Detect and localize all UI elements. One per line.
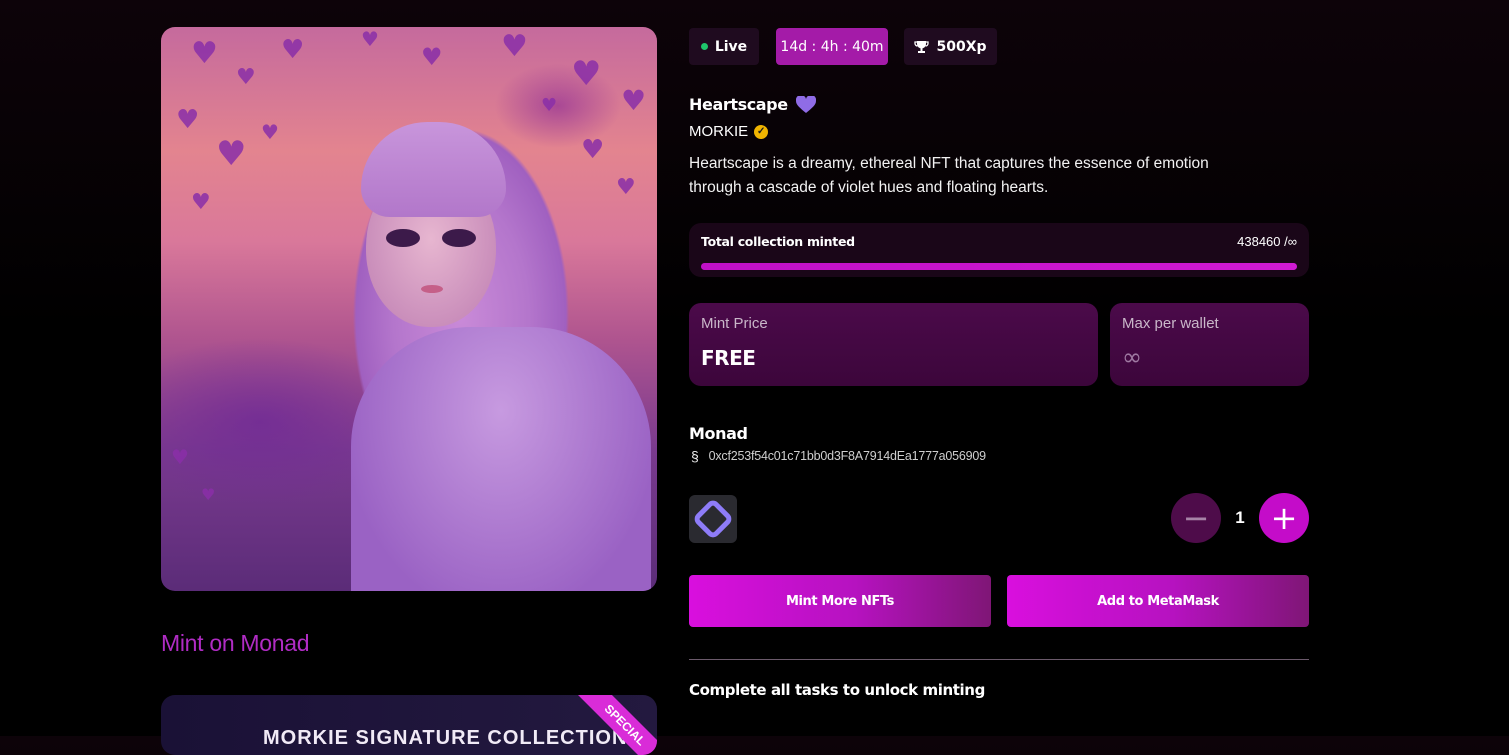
infinity-icon: ∞: [1122, 343, 1142, 371]
mint-price-label: Mint Price: [701, 315, 768, 332]
live-dot-icon: [700, 43, 708, 50]
xp-badge: 500Xp: [904, 28, 997, 65]
creator-row[interactable]: MORKIE ✓: [689, 123, 769, 140]
progress-count: 438460 /∞: [1237, 234, 1297, 249]
chain-name: Monad: [689, 424, 748, 443]
progress-label: Total collection minted: [701, 234, 855, 249]
tasks-heading: Complete all tasks to unlock minting: [689, 681, 985, 699]
divider: [689, 659, 1309, 660]
max-per-wallet-label: Max per wallet: [1122, 315, 1219, 332]
progress-fill: [701, 263, 1297, 270]
status-text: Live: [714, 38, 748, 55]
contract-address[interactable]: 0xcf253f54c01c71bb0d3F8A7914dEa1777a0569…: [709, 449, 986, 463]
collection-title: MORKIE SIGNATURE COLLECTION: [263, 727, 628, 749]
mint-more-button[interactable]: Mint More NFTs: [689, 575, 991, 627]
trophy-icon: [914, 40, 930, 53]
quantity-value: 1: [1235, 508, 1245, 527]
increase-quantity-button[interactable]: +: [1259, 493, 1309, 543]
creator-name[interactable]: MORKIE: [689, 123, 748, 140]
nft-title-text: Heartscape: [689, 95, 788, 114]
nft-artwork: ♥ ♥ ♥ ♥ ♥ ♥ ♥ ♥ ♥ ♥ ♥ ♥ ♥ ♥ ♥ ♥ ♥: [161, 27, 657, 591]
mint-price-value: FREE: [701, 346, 756, 370]
monad-glyph-icon: §: [691, 448, 699, 464]
countdown-badge: 14d : 4h : 40m: [776, 28, 888, 65]
plus-icon: +: [1270, 499, 1298, 537]
artwork-figure: [351, 327, 651, 591]
purple-heart-icon: [795, 95, 816, 113]
mint-price-card: Mint Price FREE: [689, 303, 1098, 386]
nft-title: Heartscape: [689, 95, 816, 114]
status-badge: Live: [689, 28, 759, 65]
max-per-wallet-card: Max per wallet ∞: [1110, 303, 1309, 386]
mint-progress: Total collection minted 438460 /∞: [689, 223, 1309, 277]
nft-description: Heartscape is a dreamy, ethereal NFT tha…: [689, 155, 1209, 196]
progress-track: [701, 263, 1297, 270]
wallet-logo-icon: [689, 495, 737, 543]
mint-on-heading: Mint on Monad: [161, 630, 310, 656]
decrease-quantity-button[interactable]: −: [1171, 493, 1221, 543]
minus-icon: −: [1182, 499, 1210, 537]
add-to-metamask-button[interactable]: Add to MetaMask: [1007, 575, 1309, 627]
verified-badge-icon: ✓: [754, 124, 769, 139]
contract-address-row[interactable]: § 0xcf253f54c01c71bb0d3F8A7914dEa1777a05…: [691, 448, 986, 464]
xp-text: 500Xp: [936, 38, 987, 55]
countdown-text: 14d : 4h : 40m: [780, 38, 884, 55]
collection-card[interactable]: MORKIE SIGNATURE COLLECTION SPECIAL: [161, 695, 657, 755]
